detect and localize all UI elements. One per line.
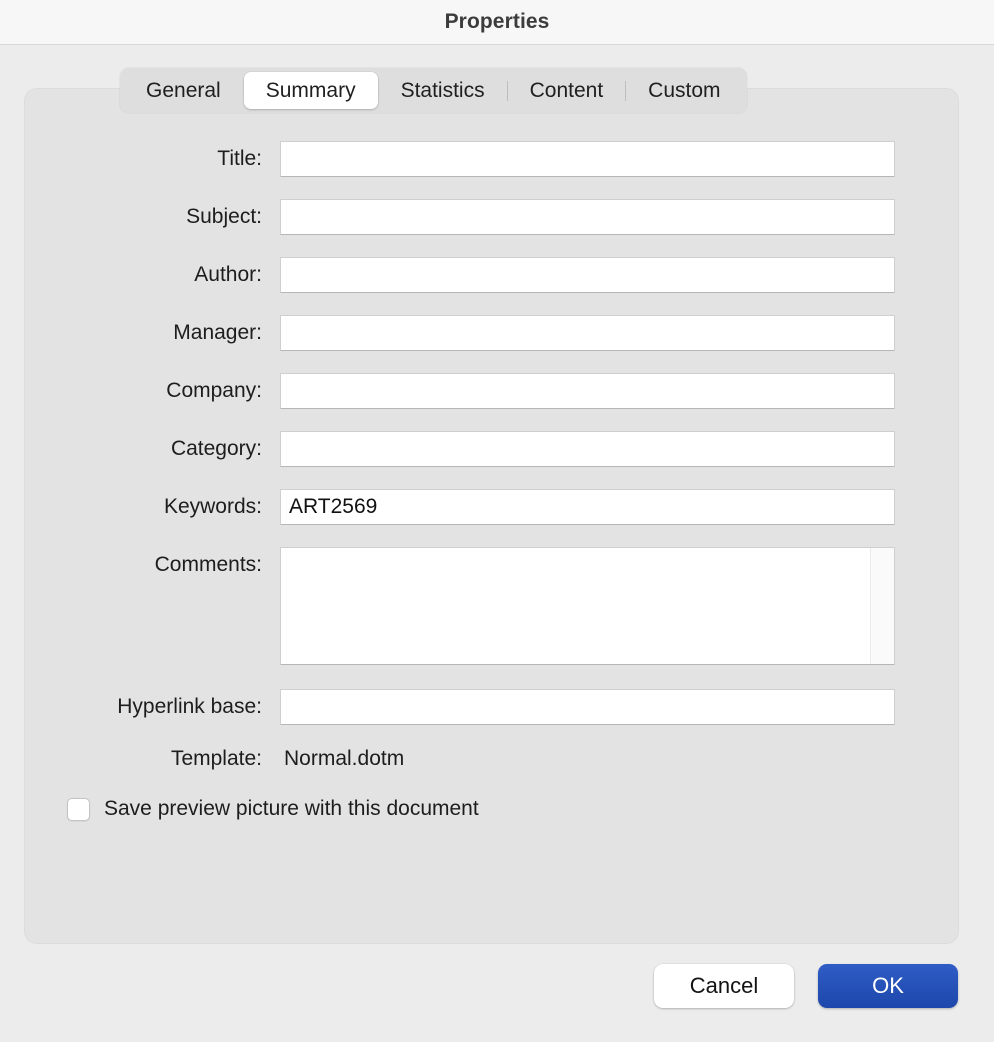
manager-input[interactable] — [280, 315, 895, 351]
ok-button[interactable]: OK — [818, 964, 958, 1008]
label-category: Category: — [170, 437, 262, 460]
label-title: Title: — [217, 147, 262, 170]
company-input[interactable] — [280, 373, 895, 409]
label-comments: Comments: — [154, 553, 262, 576]
form-row: Author: — [25, 257, 958, 293]
label-keywords: Keywords: — [163, 495, 262, 518]
comments-field-wrapper — [280, 547, 895, 665]
category-input[interactable] — [280, 431, 895, 467]
window-titlebar: Properties — [0, 0, 994, 45]
form-row-template: Template: Normal.dotm — [25, 747, 958, 771]
save-preview-checkbox[interactable] — [67, 797, 90, 821]
comments-textarea[interactable] — [281, 548, 870, 664]
tab-statistics[interactable]: Statistics — [379, 72, 507, 109]
save-preview-row[interactable]: Save preview picture with this document — [67, 797, 479, 821]
dialog-footer: Cancel OK — [0, 962, 994, 1010]
label-template: Template: — [170, 747, 262, 770]
label-author: Author: — [194, 263, 262, 286]
title-input[interactable] — [280, 141, 895, 177]
label-subject: Subject: — [186, 205, 262, 228]
form-row: Title: — [25, 141, 958, 177]
form-row-hyperlink-base: Hyperlink base: — [25, 689, 958, 725]
cancel-button[interactable]: Cancel — [654, 964, 794, 1008]
form-row: Manager: — [25, 315, 958, 351]
save-preview-label: Save preview picture with this document — [104, 797, 479, 820]
hyperlink-base-input[interactable] — [280, 689, 895, 725]
form-row: Subject: — [25, 199, 958, 235]
author-input[interactable] — [280, 257, 895, 293]
tab-summary[interactable]: Summary — [243, 72, 378, 109]
form-row: Keywords: — [25, 489, 958, 525]
label-manager: Manager: — [173, 321, 262, 344]
form-row: Company: — [25, 373, 958, 409]
label-company: Company: — [166, 379, 262, 402]
template-value: Normal.dotm — [284, 747, 405, 770]
subject-input[interactable] — [280, 199, 895, 235]
window-title: Properties — [444, 10, 550, 33]
keywords-input[interactable] — [280, 489, 895, 525]
tab-content[interactable]: Content — [508, 72, 626, 109]
form-row: Category: — [25, 431, 958, 467]
comments-scrollbar[interactable] — [870, 548, 894, 664]
label-hyperlink-base: Hyperlink base: — [117, 695, 262, 718]
form-row-comments: Comments: — [25, 547, 958, 665]
tab-general[interactable]: General — [124, 72, 243, 109]
tab-custom[interactable]: Custom — [626, 72, 742, 109]
properties-panel: Title: Subject: Author: Manager: Company: Cat… — [25, 89, 958, 943]
properties-tab-bar[interactable]: General Summary Statistics Content Custom — [120, 68, 747, 113]
